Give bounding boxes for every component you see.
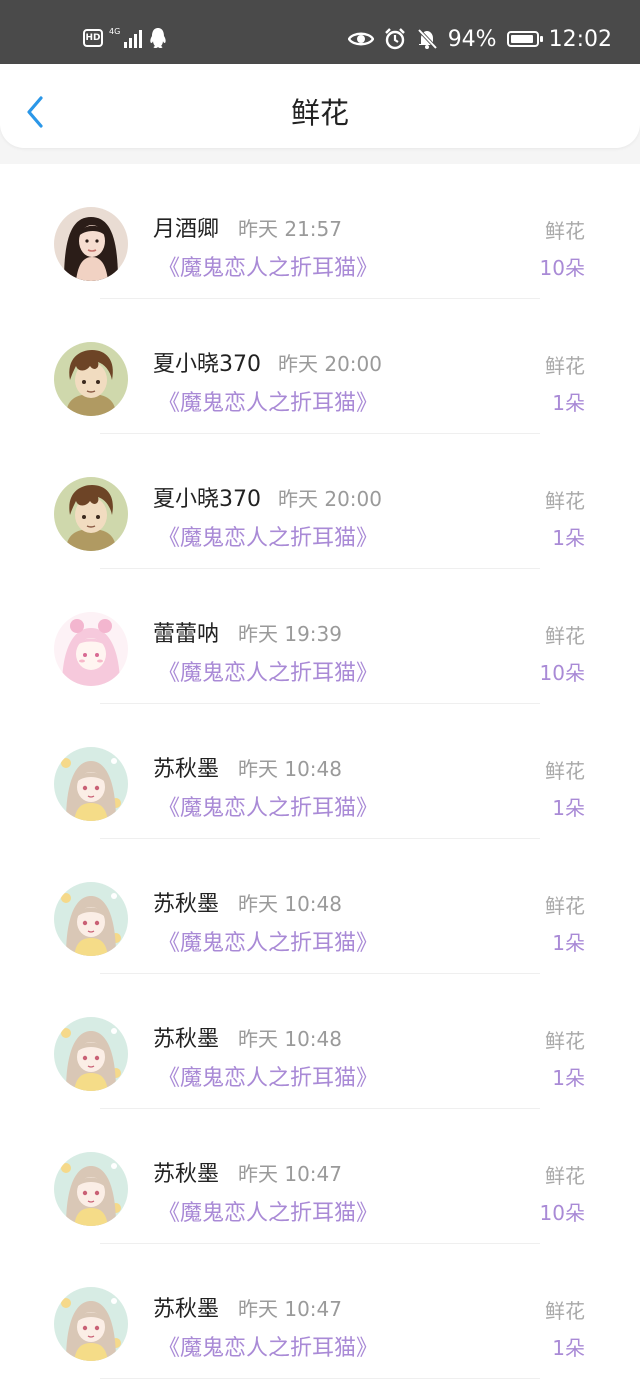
anime-girl-avatar: [54, 747, 128, 821]
list-item[interactable]: 月酒卿 昨天 21:57 《魔鬼恋人之折耳猫》 鲜花 10朵: [0, 164, 640, 299]
avatar[interactable]: [54, 1287, 128, 1361]
gift-type-label: 鲜花: [545, 1164, 585, 1188]
gift-type-label: 鲜花: [545, 624, 585, 648]
anime-boy-avatar: [54, 342, 128, 416]
gift-count: 10朵: [539, 661, 585, 685]
timestamp: 昨天 20:00: [278, 487, 382, 511]
hd-label: HD: [85, 33, 101, 43]
gift-count: 10朵: [539, 256, 585, 280]
list-item[interactable]: 苏秋墨 昨天 10:47 《魔鬼恋人之折耳猫》 鲜花 1朵: [0, 1244, 640, 1379]
anime-girl-avatar: [54, 1152, 128, 1226]
list-item[interactable]: 苏秋墨 昨天 10:48 《魔鬼恋人之折耳猫》 鲜花 1朵: [0, 974, 640, 1109]
avatar[interactable]: [54, 207, 128, 281]
gift-type-label: 鲜花: [545, 354, 585, 378]
sender-name[interactable]: 苏秋墨: [153, 751, 219, 783]
book-title-link[interactable]: 《魔鬼恋人之折耳猫》: [158, 790, 378, 822]
gift-count: 1朵: [552, 796, 585, 820]
gift-count: 10朵: [539, 1201, 585, 1225]
anime-girl-avatar: [54, 1287, 128, 1361]
anime-girl-avatar: [54, 1017, 128, 1091]
avatar[interactable]: [54, 882, 128, 956]
avatar[interactable]: [54, 477, 128, 551]
anime-pink-girl-avatar: [54, 612, 128, 686]
avatar[interactable]: [54, 342, 128, 416]
gift-count: 1朵: [552, 1066, 585, 1090]
sender-name[interactable]: 苏秋墨: [153, 1021, 219, 1053]
sender-name[interactable]: 夏小晓370: [153, 481, 261, 513]
gift-type-label: 鲜花: [545, 1029, 585, 1053]
avatar[interactable]: [54, 1017, 128, 1091]
anime-girl-avatar: [54, 882, 128, 956]
book-title-link[interactable]: 《魔鬼恋人之折耳猫》: [158, 385, 378, 417]
timestamp: 昨天 10:47: [238, 1162, 342, 1186]
network-label: 4G: [109, 27, 121, 36]
header: 鲜花: [0, 64, 640, 148]
avatar[interactable]: [54, 1152, 128, 1226]
book-title-link[interactable]: 《魔鬼恋人之折耳猫》: [158, 925, 378, 957]
battery-level: [510, 35, 534, 43]
portrait-avatar: [54, 207, 128, 281]
gift-count: 1朵: [552, 391, 585, 415]
gift-type-label: 鲜花: [545, 489, 585, 513]
gift-count: 1朵: [552, 931, 585, 955]
sender-name[interactable]: 苏秋墨: [153, 1291, 219, 1323]
hd-icon: HD: [83, 29, 103, 47]
gift-type-label: 鲜花: [545, 894, 585, 918]
gift-type-label: 鲜花: [545, 1299, 585, 1323]
gift-type-label: 鲜花: [545, 219, 585, 243]
list-item[interactable]: 苏秋墨 昨天 10:47 《魔鬼恋人之折耳猫》 鲜花 10朵: [0, 1109, 640, 1244]
book-title-link[interactable]: 《魔鬼恋人之折耳猫》: [158, 520, 378, 552]
sender-name[interactable]: 苏秋墨: [153, 886, 219, 918]
gift-count: 1朵: [552, 1336, 585, 1360]
book-title-link[interactable]: 《魔鬼恋人之折耳猫》: [158, 1195, 378, 1227]
status-bar-right: 94% 12:02: [347, 24, 612, 54]
signal-icon: 4G: [109, 27, 143, 48]
sender-name[interactable]: 夏小晓370: [153, 346, 261, 378]
mute-bell-icon: [417, 28, 437, 50]
gift-list: 月酒卿 昨天 21:57 《魔鬼恋人之折耳猫》 鲜花 10朵 夏小晓370 昨天 20:0…: [0, 164, 640, 1384]
list-item[interactable]: 苏秋墨 昨天 10:48 《魔鬼恋人之折耳猫》 鲜花 1朵: [0, 704, 640, 839]
page-title: 鲜花: [290, 96, 349, 130]
avatar[interactable]: [54, 747, 128, 821]
list-item[interactable]: 夏小晓370 昨天 20:00 《魔鬼恋人之折耳猫》 鲜花 1朵: [0, 299, 640, 434]
list-item[interactable]: 夏小晓370 昨天 20:00 《魔鬼恋人之折耳猫》 鲜花 1朵: [0, 434, 640, 569]
avatar[interactable]: [54, 612, 128, 686]
battery-icon: [506, 31, 543, 47]
timestamp: 昨天 19:39: [238, 622, 342, 646]
sender-name[interactable]: 苏秋墨: [153, 1156, 219, 1188]
battery-percent: 94%: [447, 26, 497, 52]
timestamp: 昨天 10:48: [238, 1027, 342, 1051]
timestamp: 昨天 20:00: [278, 352, 382, 376]
qq-icon: [150, 28, 166, 48]
clock: 12:02: [548, 26, 612, 52]
status-bar-left: HD 4G: [83, 24, 168, 52]
anime-boy-avatar: [54, 477, 128, 551]
book-title-link[interactable]: 《魔鬼恋人之折耳猫》: [158, 1330, 378, 1362]
book-title-link[interactable]: 《魔鬼恋人之折耳猫》: [158, 655, 378, 687]
book-title-link[interactable]: 《魔鬼恋人之折耳猫》: [158, 250, 378, 282]
status-bar: HD 4G 94% 12:02: [0, 0, 640, 64]
sender-name[interactable]: 蕾蕾呐: [153, 616, 219, 648]
list-item[interactable]: 苏秋墨 昨天 10:48 《魔鬼恋人之折耳猫》 鲜花 1朵: [0, 839, 640, 974]
timestamp: 昨天 10:47: [238, 1297, 342, 1321]
timestamp: 昨天 21:57: [238, 217, 342, 241]
sender-name[interactable]: 月酒卿: [153, 211, 219, 243]
timestamp: 昨天 10:48: [238, 757, 342, 781]
gift-type-label: 鲜花: [545, 759, 585, 783]
timestamp: 昨天 10:48: [238, 892, 342, 916]
eye-icon: [347, 32, 374, 46]
alarm-icon: [384, 28, 405, 50]
list-item[interactable]: 蕾蕾呐 昨天 19:39 《魔鬼恋人之折耳猫》 鲜花 10朵: [0, 569, 640, 704]
gift-count: 1朵: [552, 526, 585, 550]
book-title-link[interactable]: 《魔鬼恋人之折耳猫》: [158, 1060, 378, 1092]
divider: [100, 1378, 540, 1379]
